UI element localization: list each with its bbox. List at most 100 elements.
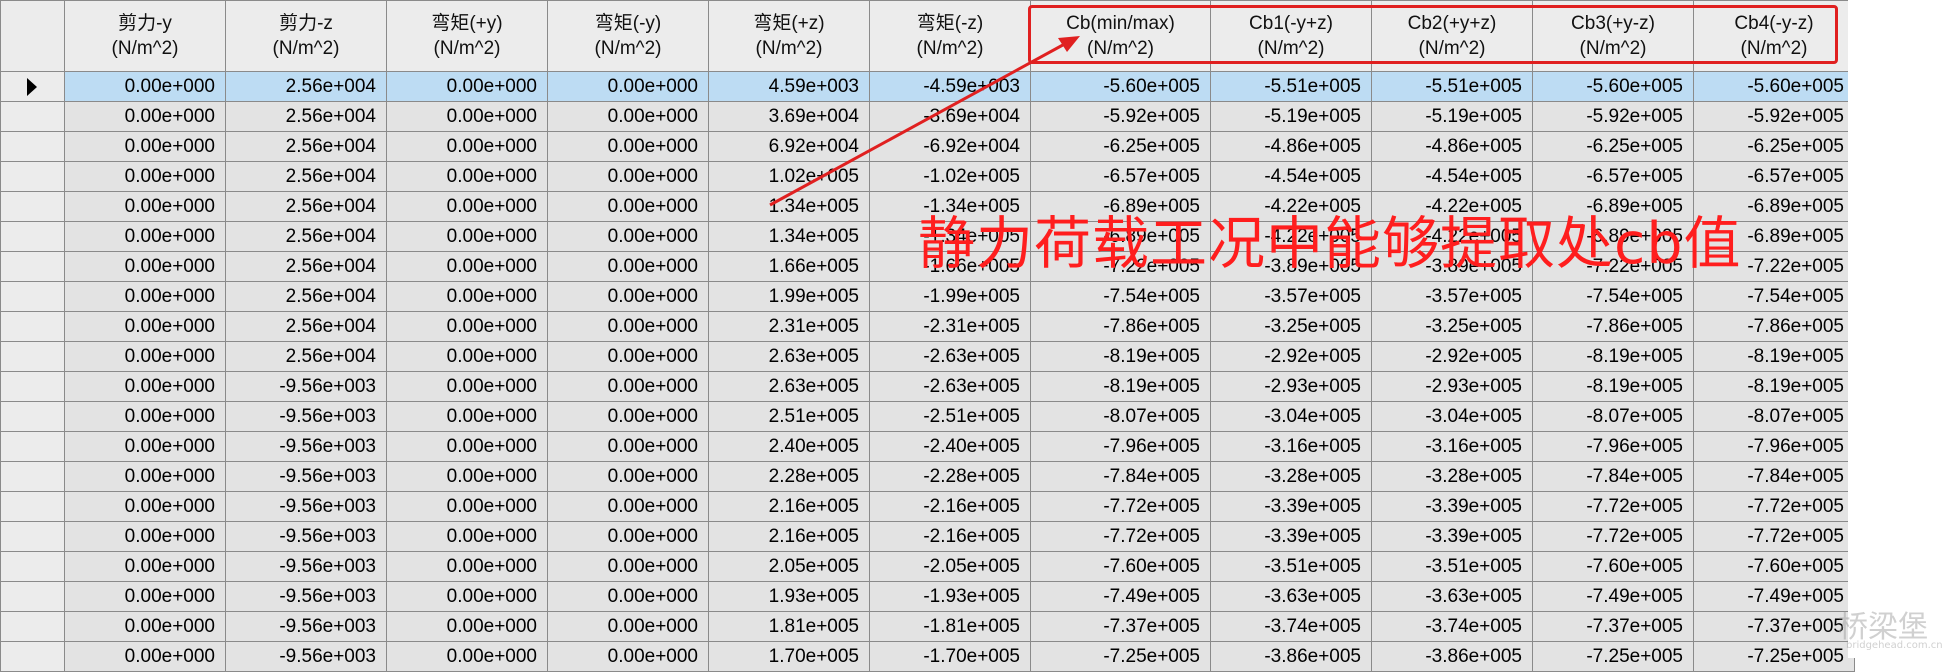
table-cell[interactable]: -7.25e+005: [1693, 641, 1855, 672]
table-cell[interactable]: -7.37e+005: [1532, 611, 1694, 642]
table-cell[interactable]: -3.89e+005: [1371, 251, 1533, 282]
table-cell[interactable]: -9.56e+003: [225, 431, 387, 462]
table-cell[interactable]: -6.89e+005: [1532, 191, 1694, 222]
table-cell[interactable]: -6.25e+005: [1693, 131, 1855, 162]
table-cell[interactable]: 0.00e+000: [386, 281, 548, 312]
column-header[interactable]: Cb4(-y-z) (N/m^2): [1693, 0, 1855, 72]
table-cell[interactable]: -8.19e+005: [1693, 341, 1855, 372]
table-cell[interactable]: -7.37e+005: [1030, 611, 1211, 642]
table-cell[interactable]: 2.05e+005: [708, 551, 870, 582]
column-header[interactable]: 剪力-y (N/m^2): [64, 0, 226, 72]
table-cell[interactable]: -5.60e+005: [1532, 71, 1694, 102]
table-cell[interactable]: 2.51e+005: [708, 401, 870, 432]
table-cell[interactable]: -6.57e+005: [1030, 161, 1211, 192]
table-cell[interactable]: -3.28e+005: [1210, 461, 1372, 492]
table-cell[interactable]: 0.00e+000: [64, 221, 226, 252]
table-cell[interactable]: -6.57e+005: [1532, 161, 1694, 192]
table-cell[interactable]: -3.16e+005: [1210, 431, 1372, 462]
table-cell[interactable]: 0.00e+000: [64, 311, 226, 342]
column-header[interactable]: Cb3(+y-z) (N/m^2): [1532, 0, 1694, 72]
table-cell[interactable]: -7.86e+005: [1693, 311, 1855, 342]
table-cell[interactable]: -9.56e+003: [225, 491, 387, 522]
table-cell[interactable]: -8.19e+005: [1693, 371, 1855, 402]
table-cell[interactable]: -6.89e+005: [1693, 191, 1855, 222]
table-cell[interactable]: -2.93e+005: [1210, 371, 1372, 402]
table-cell[interactable]: -6.25e+005: [1532, 131, 1694, 162]
table-cell[interactable]: -3.89e+005: [1210, 251, 1372, 282]
table-cell[interactable]: -8.07e+005: [1532, 401, 1694, 432]
row-header[interactable]: [0, 311, 65, 342]
table-cell[interactable]: 0.00e+000: [386, 71, 548, 102]
table-cell[interactable]: 2.63e+005: [708, 371, 870, 402]
table-cell[interactable]: -7.72e+005: [1532, 521, 1694, 552]
table-cell[interactable]: -3.25e+005: [1210, 311, 1372, 342]
table-cell[interactable]: -1.34e+005: [869, 191, 1031, 222]
table-cell[interactable]: -7.22e+005: [1693, 251, 1855, 282]
table-cell[interactable]: 1.93e+005: [708, 581, 870, 612]
table-cell[interactable]: -8.19e+005: [1030, 341, 1211, 372]
table-cell[interactable]: 0.00e+000: [547, 281, 709, 312]
table-row[interactable]: 0.00e+000 -9.56e+003 0.00e+000 0.00e+000 2.2…: [0, 461, 1855, 492]
table-cell[interactable]: -1.70e+005: [869, 641, 1031, 672]
row-header[interactable]: [0, 161, 65, 192]
table-cell[interactable]: 4.59e+003: [708, 71, 870, 102]
table-cell[interactable]: 0.00e+000: [547, 251, 709, 282]
table-cell[interactable]: 0.00e+000: [547, 371, 709, 402]
table-cell[interactable]: 0.00e+000: [547, 191, 709, 222]
table-cell[interactable]: -4.22e+005: [1371, 191, 1533, 222]
table-cell[interactable]: -8.19e+005: [1030, 371, 1211, 402]
row-header[interactable]: [0, 401, 65, 432]
table-cell[interactable]: -4.22e+005: [1210, 221, 1372, 252]
table-cell[interactable]: -7.54e+005: [1532, 281, 1694, 312]
table-cell[interactable]: -9.56e+003: [225, 401, 387, 432]
table-cell[interactable]: -1.81e+005: [869, 611, 1031, 642]
column-header[interactable]: Cb2(+y+z) (N/m^2): [1371, 0, 1533, 72]
table-cell[interactable]: -9.56e+003: [225, 611, 387, 642]
table-row[interactable]: 0.00e+000 -9.56e+003 0.00e+000 0.00e+000 1.9…: [0, 581, 1855, 612]
table-cell[interactable]: 0.00e+000: [386, 251, 548, 282]
row-header[interactable]: [0, 101, 65, 132]
table-cell[interactable]: -7.72e+005: [1030, 491, 1211, 522]
table-cell[interactable]: 0.00e+000: [64, 101, 226, 132]
row-header[interactable]: [0, 341, 65, 372]
table-cell[interactable]: -6.89e+005: [1030, 191, 1211, 222]
table-cell[interactable]: -6.89e+005: [1532, 221, 1694, 252]
table-cell[interactable]: -7.22e+005: [1532, 251, 1694, 282]
table-cell[interactable]: -7.96e+005: [1693, 431, 1855, 462]
table-cell[interactable]: 2.56e+004: [225, 341, 387, 372]
table-row[interactable]: 0.00e+000 2.56e+004 0.00e+000 0.00e+000 2.63…: [0, 341, 1855, 372]
table-cell[interactable]: -9.56e+003: [225, 641, 387, 672]
table-cell[interactable]: 0.00e+000: [386, 551, 548, 582]
table-cell[interactable]: -7.96e+005: [1532, 431, 1694, 462]
row-header[interactable]: [0, 281, 65, 312]
row-header-corner[interactable]: [0, 0, 65, 72]
table-cell[interactable]: -4.54e+005: [1210, 161, 1372, 192]
table-cell[interactable]: -7.49e+005: [1030, 581, 1211, 612]
column-header[interactable]: Cb(min/max) (N/m^2): [1030, 0, 1211, 72]
table-cell[interactable]: -4.86e+005: [1210, 131, 1372, 162]
table-cell[interactable]: 1.34e+005: [708, 191, 870, 222]
table-row[interactable]: 0.00e+000 2.56e+004 0.00e+000 0.00e+000 1.34…: [0, 191, 1855, 222]
table-cell[interactable]: 0.00e+000: [547, 461, 709, 492]
table-cell[interactable]: -6.57e+005: [1693, 161, 1855, 192]
table-cell[interactable]: 0.00e+000: [386, 461, 548, 492]
table-cell[interactable]: -2.40e+005: [869, 431, 1031, 462]
table-cell[interactable]: 0.00e+000: [547, 401, 709, 432]
table-row[interactable]: 0.00e+000 2.56e+004 0.00e+000 0.00e+000 3.69…: [0, 101, 1855, 132]
table-cell[interactable]: -5.92e+005: [1693, 101, 1855, 132]
table-cell[interactable]: 0.00e+000: [64, 341, 226, 372]
table-cell[interactable]: -4.22e+005: [1210, 191, 1372, 222]
row-header[interactable]: [0, 251, 65, 282]
table-cell[interactable]: 0.00e+000: [547, 581, 709, 612]
table-cell[interactable]: -3.63e+005: [1371, 581, 1533, 612]
table-cell[interactable]: 3.69e+004: [708, 101, 870, 132]
table-cell[interactable]: 2.56e+004: [225, 101, 387, 132]
table-cell[interactable]: 0.00e+000: [64, 371, 226, 402]
table-row[interactable]: 0.00e+000 2.56e+004 0.00e+000 0.00e+000 2.31…: [0, 311, 1855, 342]
table-row[interactable]: 0.00e+000 -9.56e+003 0.00e+000 0.00e+000 2.1…: [0, 491, 1855, 522]
table-cell[interactable]: -3.39e+005: [1371, 491, 1533, 522]
row-header[interactable]: [0, 551, 65, 582]
table-cell[interactable]: -5.60e+005: [1693, 71, 1855, 102]
table-cell[interactable]: -6.89e+005: [1693, 221, 1855, 252]
row-header[interactable]: [0, 191, 65, 222]
